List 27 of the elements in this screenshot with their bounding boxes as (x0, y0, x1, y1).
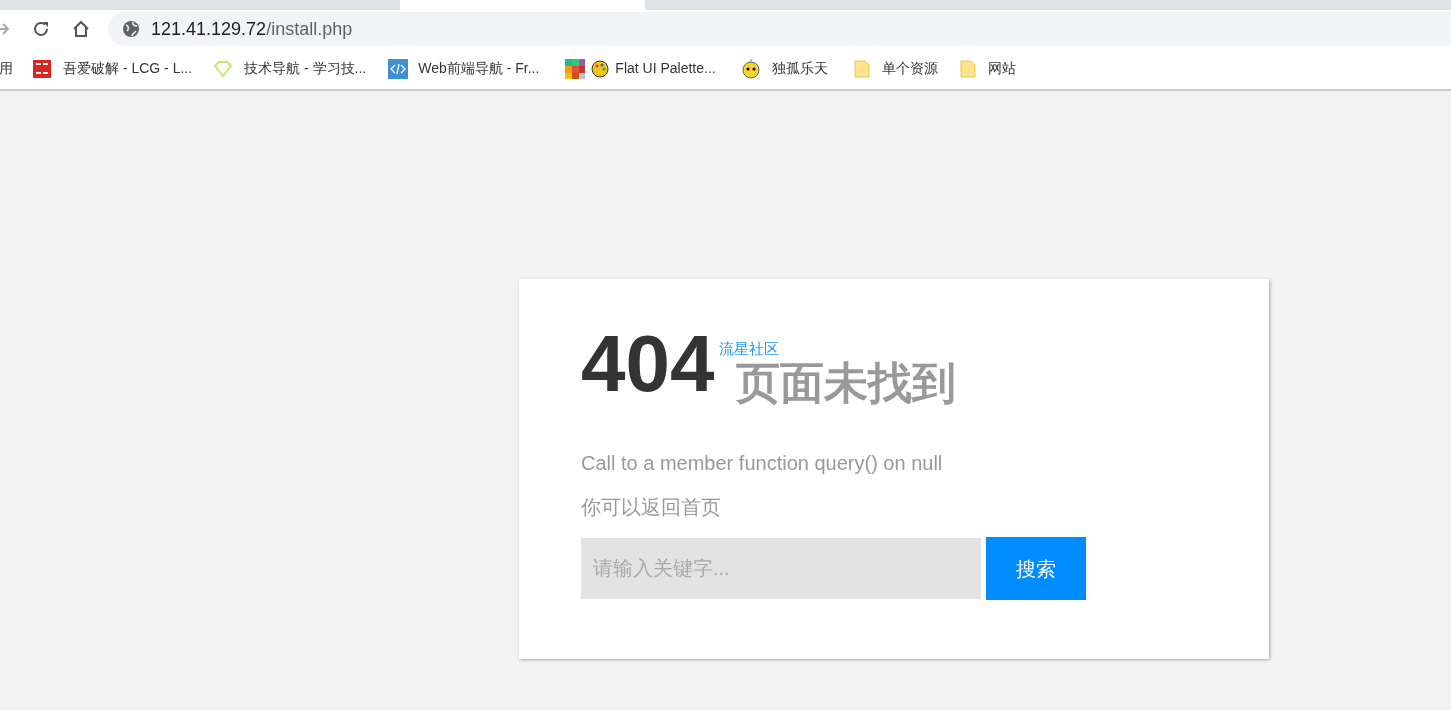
gem-icon (214, 60, 233, 77)
smiley-icon (741, 58, 760, 79)
hint-text: 你可以返回首页 (581, 495, 722, 520)
folder-icon (853, 59, 870, 78)
folder-icon (959, 59, 976, 78)
search-field[interactable]: 请输入关键字... (581, 538, 981, 599)
bookmark-link[interactable]: Flat UI Palette... (565, 58, 716, 79)
bookmark-link[interactable]: 用 (0, 58, 13, 79)
home-icon[interactable] (72, 20, 90, 38)
bookmark-link[interactable]: 独孤乐天 (741, 58, 828, 79)
bookmark-link[interactable]: 网站 (959, 58, 1016, 79)
reload-icon[interactable] (32, 20, 50, 38)
error-code: 404 (581, 324, 715, 404)
seal-icon (33, 59, 51, 78)
globe-icon (122, 20, 140, 38)
bookmark-link[interactable]: 吾爱破解 - LCG - L... (33, 58, 193, 79)
address-bar[interactable]: 121.41.129.72/install.php (108, 12, 1451, 46)
bookmark-link[interactable]: 技术导航 - 学习技... (214, 58, 367, 79)
palette-icon (591, 59, 610, 78)
color-grid-icon (565, 58, 586, 79)
url-text: 121.41.129.72/install.php (151, 17, 353, 41)
code-icon (388, 58, 409, 79)
bookmark-link[interactable]: 单个资源 (853, 58, 938, 79)
error-message: Call to a member function query() on null (581, 451, 944, 476)
error-title: 页面未找到 (736, 358, 957, 408)
bookmark-link[interactable]: Web前端导航 - Fr... (388, 58, 540, 79)
site-label: 流星社区 (719, 339, 779, 360)
